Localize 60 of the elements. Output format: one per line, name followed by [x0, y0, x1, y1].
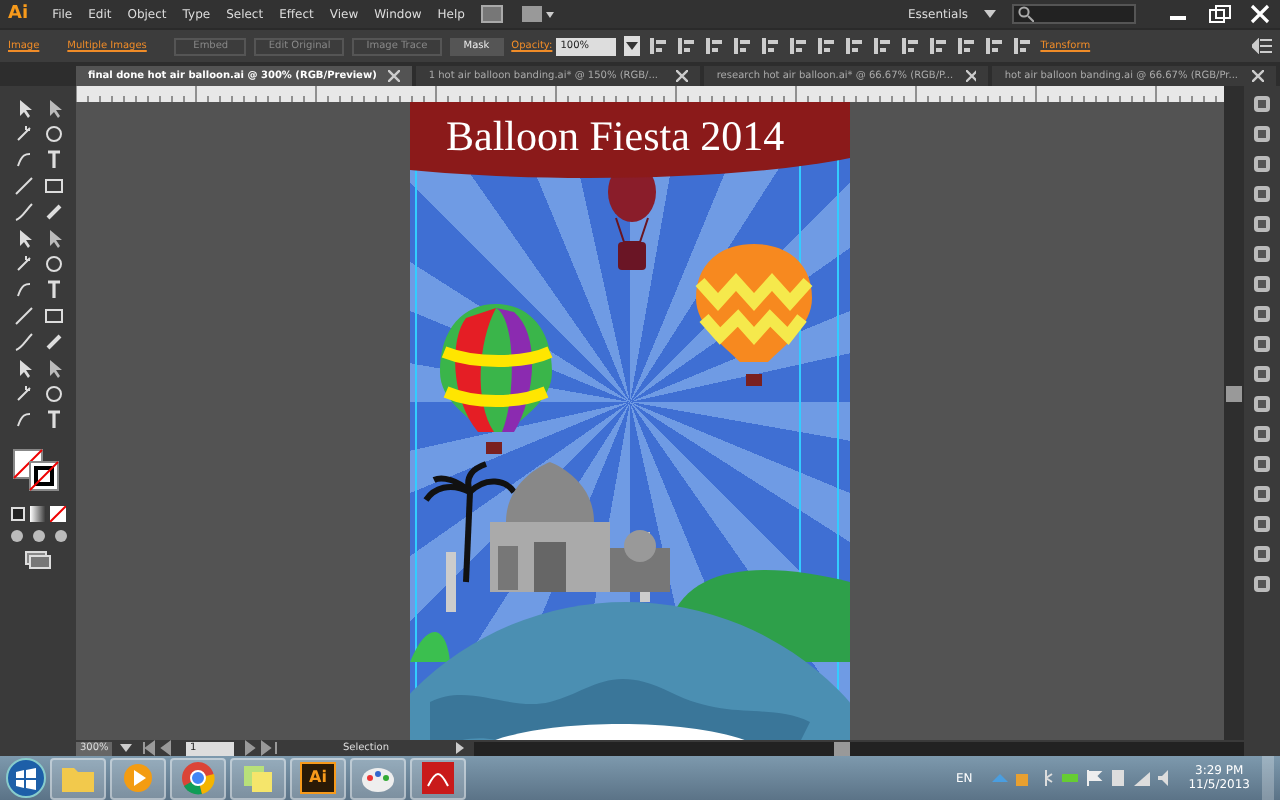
tray-icon[interactable]: [1084, 768, 1105, 788]
arrange-icon[interactable]: [520, 4, 557, 24]
taskbar-button[interactable]: [230, 757, 286, 799]
search-icon: [1018, 6, 1034, 22]
next-last-icon[interactable]: [240, 740, 280, 756]
balloon-drawing: [694, 244, 814, 386]
search-field[interactable]: [1012, 4, 1136, 24]
tool-icon[interactable]: [43, 410, 63, 430]
align-icon[interactable]: [984, 36, 1005, 56]
start-button[interactable]: [6, 758, 46, 798]
align-icon[interactable]: [760, 36, 781, 56]
align-icon[interactable]: [648, 36, 669, 56]
dropdown-icon[interactable]: [624, 36, 641, 56]
tool-icon[interactable]: [13, 124, 33, 144]
taskbar-button[interactable]: [350, 757, 406, 799]
align-icon[interactable]: [956, 36, 977, 56]
align-icon[interactable]: [788, 36, 809, 56]
align-icon[interactable]: [872, 36, 893, 56]
taskbar-button[interactable]: [110, 757, 166, 799]
tool-icon[interactable]: [13, 384, 33, 404]
close-icon[interactable]: [1252, 70, 1265, 82]
restore-icon[interactable]: [1208, 4, 1232, 24]
horizontal-scrollbar[interactable]: [474, 741, 1244, 755]
align-icon[interactable]: [676, 36, 697, 56]
close-icon[interactable]: [676, 70, 689, 82]
media-icon: [118, 758, 158, 798]
align-icon[interactable]: [844, 36, 865, 56]
align-icon[interactable]: [900, 36, 921, 56]
vertical-scrollbar[interactable]: [1224, 86, 1244, 740]
align-icon[interactable]: [928, 36, 949, 56]
align-icon[interactable]: [1012, 36, 1033, 56]
color-mode-icon[interactable]: [10, 506, 26, 522]
tool-icon[interactable]: [13, 254, 33, 274]
gradient-mode-icon[interactable]: [30, 506, 46, 522]
tool-icon[interactable]: [43, 280, 63, 300]
chrome-icon: [178, 758, 218, 798]
taskbar-button[interactable]: [170, 757, 226, 799]
fill-stroke-icon[interactable]: [12, 448, 64, 492]
arrow-icon[interactable]: [452, 740, 468, 756]
panel-menu-icon[interactable]: [1252, 38, 1272, 54]
pdf-icon: [418, 758, 458, 798]
align-icon[interactable]: [704, 36, 725, 56]
close-icon[interactable]: [965, 70, 977, 82]
align-icon[interactable]: [732, 36, 753, 56]
taskbar-button[interactable]: [410, 757, 466, 799]
caret-icon[interactable]: [984, 10, 996, 18]
tool-icon[interactable]: [43, 150, 63, 170]
document-icon[interactable]: [480, 4, 505, 24]
taskbar-button[interactable]: Ai: [290, 757, 346, 799]
screen-mode-icon[interactable]: [24, 550, 52, 570]
tray-icon[interactable]: [1132, 768, 1153, 788]
none-mode-icon[interactable]: [50, 506, 66, 522]
align-icon[interactable]: [816, 36, 837, 56]
palm-tree-drawing: [423, 461, 517, 583]
banner-title: Balloon Fiesta 2014: [446, 112, 785, 160]
illustrator-icon: Ai: [300, 762, 336, 794]
scroll-thumb[interactable]: [834, 741, 850, 755]
scroll-thumb[interactable]: [1226, 386, 1242, 402]
tray-icon[interactable]: [1108, 768, 1129, 788]
app-logo: Ai: [8, 4, 29, 24]
